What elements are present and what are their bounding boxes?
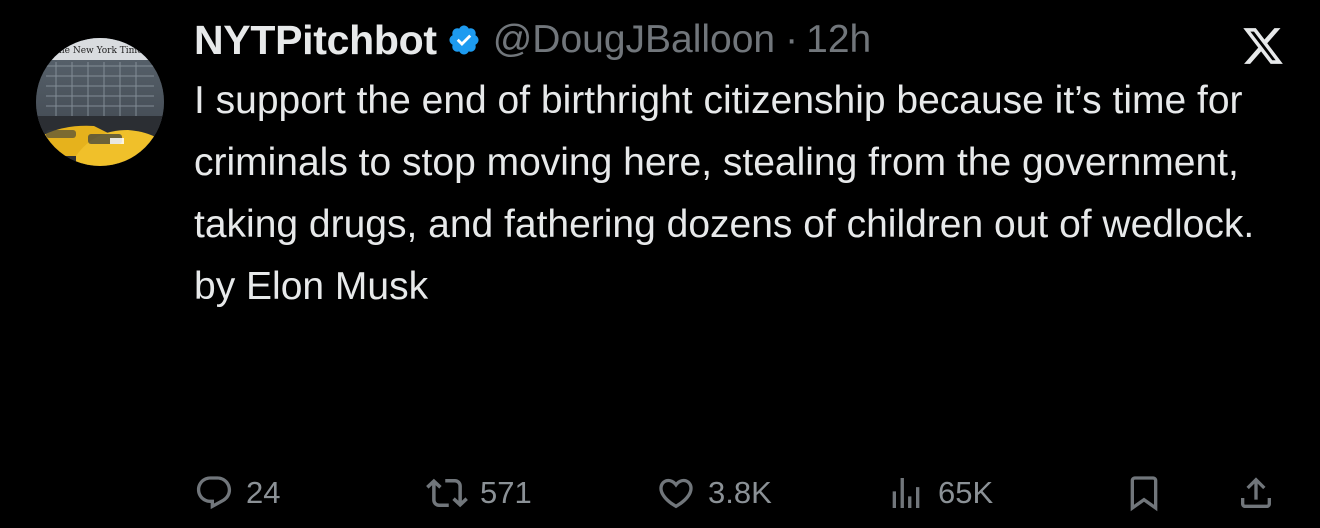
- like-button[interactable]: 3.8K: [656, 470, 772, 516]
- verified-badge-icon[interactable]: [447, 23, 481, 57]
- separator-dot: ·: [785, 18, 799, 61]
- views-icon: [892, 478, 920, 508]
- bookmark-button[interactable]: [1124, 470, 1164, 516]
- repost-count: 571: [480, 475, 532, 510]
- reply-icon: [196, 476, 232, 510]
- avatar[interactable]: The New York Times: [36, 38, 164, 166]
- share-icon: [1241, 477, 1271, 508]
- share-button[interactable]: [1236, 470, 1276, 516]
- tweet-text: I support the end of birthright citizens…: [194, 70, 1284, 318]
- action-bar: 24 571 3.8K 65K: [194, 470, 1284, 516]
- avatar-image: The New York Times: [36, 38, 164, 166]
- like-count: 3.8K: [708, 475, 772, 510]
- reply-count: 24: [246, 475, 281, 510]
- author-display-name[interactable]: NYTPitchbot: [194, 17, 437, 64]
- reply-button[interactable]: 24: [194, 470, 280, 516]
- repost-button[interactable]: 571: [426, 470, 532, 516]
- bookmark-icon: [1130, 476, 1158, 512]
- heart-icon: [659, 478, 693, 509]
- views-button[interactable]: 65K: [886, 470, 993, 516]
- x-logo-icon: [1243, 28, 1283, 64]
- tweet-signature: by Elon Musk: [194, 265, 429, 308]
- author-handle[interactable]: @DougJBalloon: [493, 18, 775, 62]
- tweet-timestamp[interactable]: 12h: [806, 18, 871, 62]
- views-count: 65K: [938, 475, 994, 510]
- tweet-header: NYTPitchbot @DougJBalloon · 12h: [194, 14, 1284, 66]
- repost-icon: [426, 478, 468, 508]
- avatar-banner-text: The New York Times: [53, 46, 148, 56]
- tweet-content: NYTPitchbot @DougJBalloon · 12h I suppor…: [194, 14, 1284, 318]
- tweet-body: I support the end of birthright citizens…: [194, 79, 1255, 246]
